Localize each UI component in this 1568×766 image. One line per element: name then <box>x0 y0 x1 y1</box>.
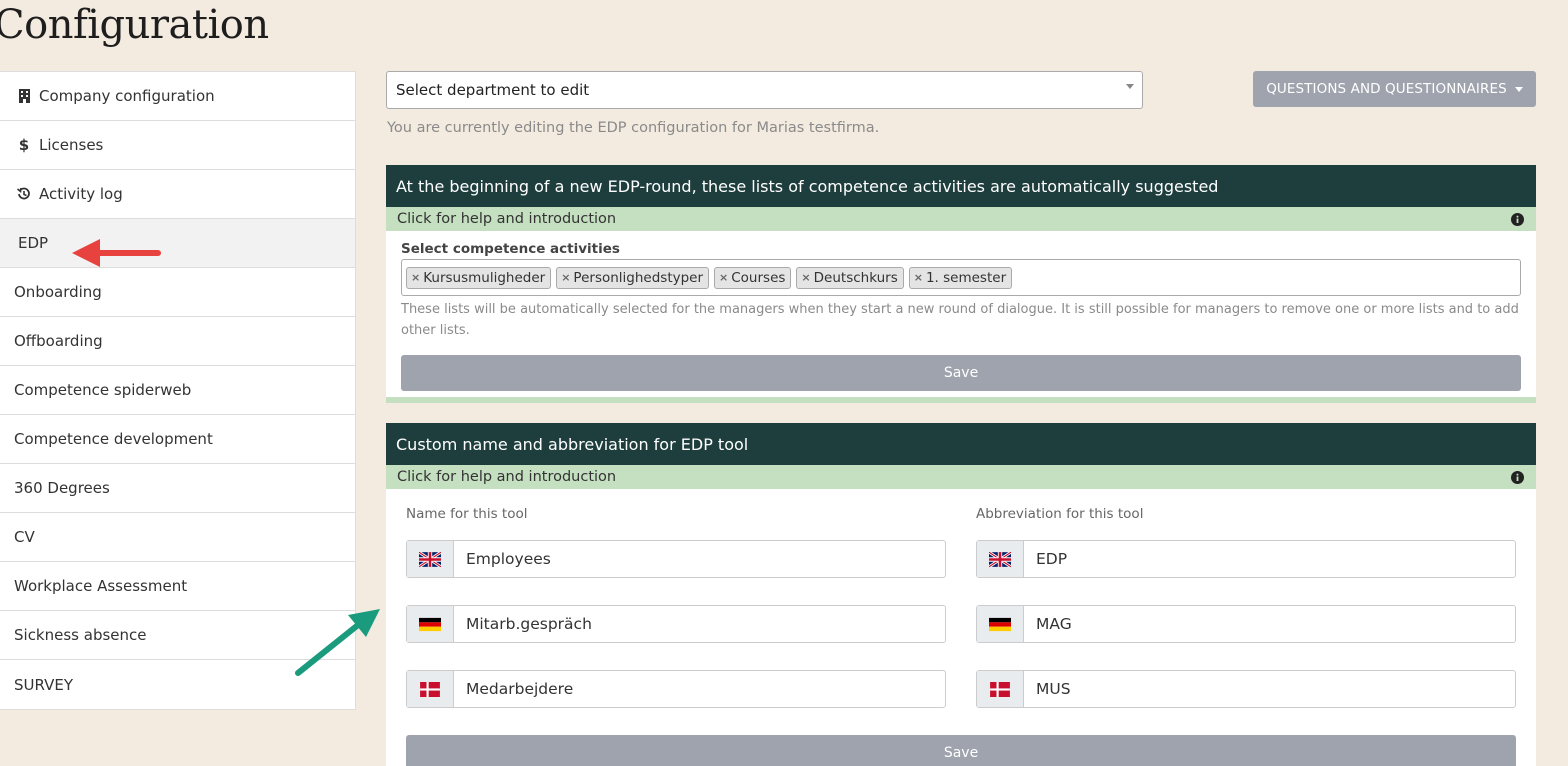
sidebar-item-360-degrees[interactable]: 360 Degrees <box>0 464 355 513</box>
abbreviation-value: MAG <box>1036 615 1072 633</box>
sidebar-item-label: SURVEY <box>14 675 74 694</box>
abbreviation-value: MUS <box>1036 680 1071 698</box>
green-arrow-annotation <box>295 609 380 676</box>
sidebar-item-label: Offboarding <box>14 332 103 350</box>
tag-label: Deutschkurs <box>813 269 898 286</box>
help-label: Click for help and introduction <box>397 211 617 227</box>
name-value: Employees <box>466 550 551 568</box>
help-label: Click for help and introduction <box>397 469 617 485</box>
competence-activities-label: Select competence activities <box>401 241 620 257</box>
sidebar-item-label: Company configuration <box>39 87 215 105</box>
sidebar-item-edp[interactable]: EDP <box>0 219 355 268</box>
sidebar-item-workplace-assessment[interactable]: Workplace Assessment <box>0 562 355 611</box>
remove-tag-icon[interactable]: × <box>411 271 420 284</box>
questions-button-label: QUESTIONS AND QUESTIONNAIRES <box>1266 81 1507 97</box>
caret-down-icon <box>1514 86 1523 92</box>
remove-tag-icon[interactable]: × <box>914 271 923 284</box>
competence-activities-multiselect[interactable]: × Kursusmuligheder × Personlighedstyper × C… <box>401 259 1521 296</box>
sidebar-item-label: Sickness absence <box>14 626 147 644</box>
selected-tag: × Personlighedstyper <box>556 266 710 289</box>
sidebar-item-label: Competence spiderweb <box>14 381 192 399</box>
name-input-german[interactable]: Mitarb.gespräch <box>406 605 946 643</box>
tag-label: 1. semester <box>925 269 1007 286</box>
competence-activities-help-text: These lists will be automatically select… <box>401 302 1519 338</box>
abbreviation-input-english[interactable]: EDP <box>976 540 1516 578</box>
tag-label: Kursusmuligheder <box>423 269 546 286</box>
help-introduction-toggle[interactable]: Click for help and introduction <box>386 465 1536 489</box>
sidebar-item-competence-spiderweb[interactable]: Competence spiderweb <box>0 366 355 415</box>
name-input-english[interactable]: Employees <box>406 540 946 578</box>
name-value: Mitarb.gespräch <box>466 615 592 633</box>
sidebar-item-company-configuration[interactable]: Company configuration <box>0 72 355 121</box>
dk-flag-icon <box>420 681 440 697</box>
sidebar-item-onboarding[interactable]: Onboarding <box>0 268 355 317</box>
panel-header: At the beginning of a new EDP-round, the… <box>386 165 1536 207</box>
sidebar-item-activity-log[interactable]: Activity log <box>0 170 355 219</box>
sidebar-item-label: EDP <box>18 234 49 252</box>
panel-header: Custom name and abbreviation for EDP too… <box>386 423 1536 465</box>
de-flag-icon <box>989 617 1011 631</box>
history-icon <box>17 187 31 201</box>
department-select-value: Select department to edit <box>396 81 590 99</box>
abbreviation-value: EDP <box>1036 550 1068 568</box>
dollar-icon: $ <box>18 136 30 154</box>
info-icon <box>1511 470 1524 484</box>
questions-and-questionnaires-button[interactable]: QUESTIONS AND QUESTIONNAIRES <box>1253 71 1536 107</box>
abbreviation-input-danish[interactable]: MUS <box>976 670 1516 708</box>
abbreviation-column-label: Abbreviation for this tool <box>976 506 1144 522</box>
help-introduction-toggle[interactable]: Click for help and introduction <box>386 207 1536 231</box>
editing-note: You are currently editing the EDP config… <box>387 120 880 136</box>
sidebar-item-label: Onboarding <box>14 283 102 301</box>
abbreviation-input-german[interactable]: MAG <box>976 605 1516 643</box>
remove-tag-icon[interactable]: × <box>801 271 810 284</box>
sidebar-item-licenses[interactable]: $ Licenses <box>0 121 355 170</box>
sidebar-item-label: Competence development <box>14 430 213 448</box>
save-button[interactable]: Save <box>401 355 1521 391</box>
sidebar-item-label: Workplace Assessment <box>14 577 188 595</box>
uk-flag-icon <box>419 551 441 567</box>
name-input-danish[interactable]: Medarbejdere <box>406 670 946 708</box>
uk-flag-icon <box>989 551 1011 567</box>
remove-tag-icon[interactable]: × <box>561 271 570 284</box>
sidebar-item-cv[interactable]: CV <box>0 513 355 562</box>
caret-down-icon <box>1126 84 1134 89</box>
de-flag-icon <box>419 617 441 631</box>
sidebar-item-label: Licenses <box>39 136 104 154</box>
page-title: Configuration <box>0 2 269 48</box>
red-arrow-annotation <box>72 239 161 267</box>
department-select[interactable]: Select department to edit <box>386 71 1143 109</box>
selected-tag: × Courses <box>714 266 792 289</box>
sidebar-item-label: Activity log <box>39 185 123 203</box>
remove-tag-icon[interactable]: × <box>719 271 728 284</box>
building-icon <box>17 89 31 103</box>
save-button[interactable]: Save <box>406 735 1516 766</box>
sidebar-item-offboarding[interactable]: Offboarding <box>0 317 355 366</box>
tool-name-panel: Custom name and abbreviation for EDP too… <box>386 423 1536 766</box>
sidebar-item-competence-development[interactable]: Competence development <box>0 415 355 464</box>
tag-label: Personlighedstyper <box>573 269 704 286</box>
name-column-label: Name for this tool <box>406 506 528 522</box>
competence-activities-panel: At the beginning of a new EDP-round, the… <box>386 165 1536 403</box>
selected-tag: × Kursusmuligheder <box>406 266 552 289</box>
selected-tag: × Deutschkurs <box>796 266 904 289</box>
sidebar-item-label: CV <box>14 528 35 546</box>
info-icon <box>1511 212 1524 226</box>
selected-tag: × 1. semester <box>908 266 1013 289</box>
sidebar-item-label: 360 Degrees <box>14 479 110 497</box>
name-value: Medarbejdere <box>466 680 574 698</box>
tag-label: Courses <box>731 269 786 286</box>
dk-flag-icon <box>990 681 1010 697</box>
